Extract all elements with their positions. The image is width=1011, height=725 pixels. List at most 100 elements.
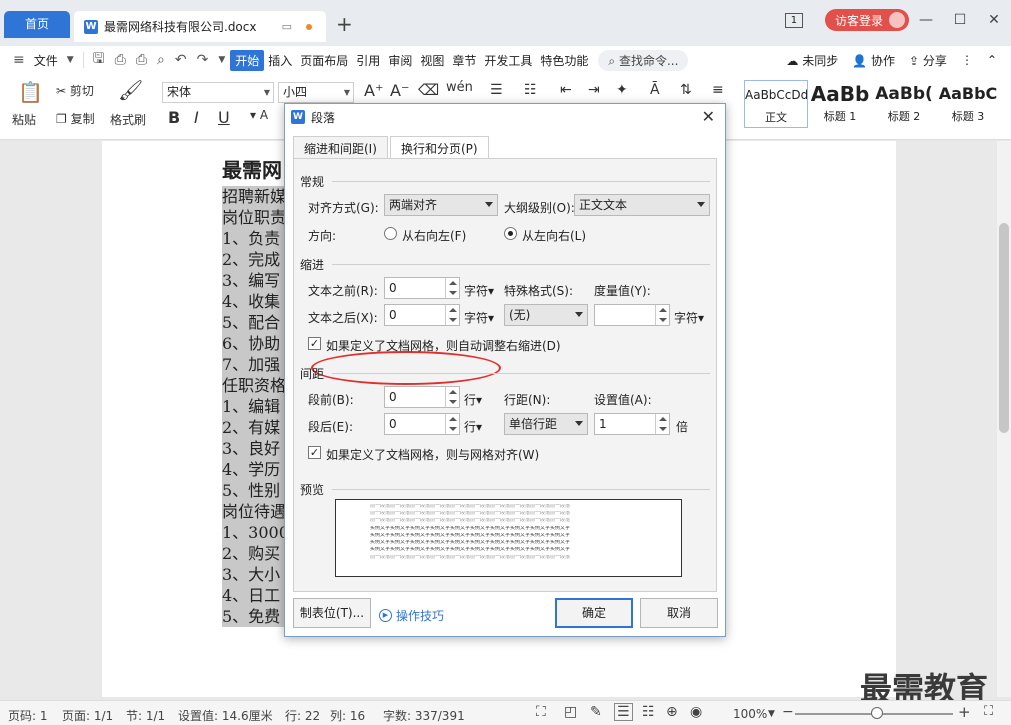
chevron-down-icon[interactable]: ▼ [62,55,79,65]
monitor-icon[interactable]: ▭ [282,20,292,33]
doc-line[interactable]: 招聘新媒 [222,186,286,207]
after-text-unit[interactable]: 字符▾ [464,309,494,326]
spinner-icon[interactable] [655,414,669,434]
font-size-select[interactable]: 小四 ▼ [278,82,354,103]
snap-grid-checkbox[interactable]: ✓ [308,446,321,459]
space-after-unit[interactable]: 行▾ [464,418,482,435]
shrink-font-icon[interactable]: A⁻ [390,81,409,100]
web-view-icon[interactable]: ⊕ [666,704,678,720]
vertical-scrollbar[interactable] [997,141,1011,697]
doc-line[interactable]: 3、编写 [222,270,286,291]
dialog-title-bar[interactable]: W 段落 [285,104,725,130]
fit-window-icon[interactable]: ⛶ [984,704,993,719]
doc-line[interactable]: 4、学历 [222,459,286,480]
close-icon[interactable]: ✕ [702,107,715,126]
status-row[interactable]: 行: 22 [285,707,320,724]
scrollbar-thumb[interactable] [999,223,1009,433]
underline-icon[interactable]: U [218,108,230,127]
spinner-icon[interactable] [655,305,669,325]
doc-line[interactable]: 5、配合 [222,312,286,333]
tab-stops-button[interactable]: 制表位(T)... [293,598,371,628]
special-format-select[interactable]: (无) [504,304,588,326]
status-section[interactable]: 节: 1/1 [126,707,165,724]
window-count-badge[interactable]: 1 [784,12,803,28]
space-before-unit[interactable]: 行▾ [464,391,482,408]
numbered-list-icon[interactable]: ☷ [524,82,537,98]
doc-line[interactable]: 1、3000 [222,522,286,543]
style-heading-2[interactable]: AaBb( 标题 2 [872,80,936,128]
chevron-down-icon[interactable]: ▼ [768,709,775,719]
tips-link[interactable]: ▶ 操作技巧 [379,607,444,624]
zoom-slider-handle[interactable] [871,707,883,719]
measure-unit[interactable]: 字符▾ [674,309,704,326]
snap-grid-label[interactable]: 如果定义了文档网格，则与网格对齐(W) [326,446,539,463]
zoom-level[interactable]: 100% [733,707,767,721]
doc-line[interactable]: 5、性别 [222,480,286,501]
increase-indent-icon[interactable]: ⇥ [588,82,600,98]
space-before-input[interactable]: 0 [384,386,460,408]
doc-line[interactable]: 5、免费 [222,606,286,627]
space-after-input[interactable]: 0 [384,413,460,435]
spinner-icon[interactable] [445,278,459,298]
tab-home[interactable]: 首页 [4,11,70,38]
guest-login-button[interactable]: 访客登录 [824,9,909,31]
menu-page-layout[interactable]: 页面布局 [296,52,352,69]
decrease-indent-icon[interactable]: ⇤ [560,82,572,98]
doc-line[interactable]: 2、有媒 [222,417,286,438]
grow-font-icon[interactable]: A⁺ [364,81,383,100]
line-spacing-icon[interactable]: ⇅ [680,82,692,98]
menu-view[interactable]: 视图 [416,52,448,69]
share-button[interactable]: ⇪ 分享 [909,52,947,69]
doc-line[interactable]: 7、加强 [222,354,286,375]
pen-icon[interactable]: ✎ [590,704,602,720]
undo-icon[interactable]: ↶ [170,52,192,68]
reading-mode-icon[interactable]: ◉ [690,704,702,720]
menu-features[interactable]: 特色功能 [536,52,592,69]
format-painter-button[interactable]: 格式刷 [110,111,146,128]
doc-line[interactable]: 岗位职责 [222,207,286,228]
auto-adjust-label[interactable]: 如果定义了文档网格，则自动调整右缩进(D) [326,337,561,354]
paste-icon[interactable]: 📋 [18,80,43,104]
menu-insert[interactable]: 插入 [264,52,296,69]
doc-line[interactable]: 岗位待遇 [222,501,286,522]
zoom-out-icon[interactable]: − [782,704,794,720]
line-spacing-select[interactable]: 单倍行距 [504,413,588,435]
style-heading-1[interactable]: AaBb 标题 1 [808,80,872,128]
print-icon[interactable]: ⎙ [131,52,152,68]
doc-line[interactable]: 3、大小 [222,564,286,585]
new-tab-button[interactable]: + [336,12,353,36]
spinner-icon[interactable] [445,414,459,434]
style-heading-3[interactable]: AaBbC 标题 3 [936,80,1000,128]
minimize-button[interactable]: — [909,12,943,28]
menu-developer[interactable]: 开发工具 [480,52,536,69]
ok-button[interactable]: 确定 [555,598,633,628]
doc-line[interactable]: 6、协助 [222,333,286,354]
spinner-icon[interactable] [445,387,459,407]
collapse-ribbon-icon[interactable]: ⌃ [987,53,997,67]
rtl-radio[interactable] [384,227,397,240]
export-pdf-icon[interactable]: ⎙ [110,52,131,68]
status-page-number[interactable]: 页码: 1 [8,707,48,724]
measure-input[interactable] [594,304,670,326]
after-text-input[interactable]: 0 [384,304,460,326]
close-window-button[interactable]: ✕ [977,12,1011,28]
bold-icon[interactable]: B [168,108,180,127]
print-preview-icon[interactable]: ⌕ [152,52,170,68]
format-painter-icon[interactable]: 🖌 [118,78,143,102]
menu-section[interactable]: 章节 [448,52,480,69]
protect-icon[interactable]: ◰ [564,704,577,720]
doc-line[interactable]: 1、编辑 [222,396,286,417]
command-search[interactable]: ⌕ 查找命令... [598,49,689,71]
ltr-radio[interactable] [504,227,517,240]
zoom-in-icon[interactable]: + [958,703,971,721]
auto-adjust-checkbox[interactable]: ✓ [308,337,321,350]
hamburger-icon[interactable]: ≡ [8,52,30,68]
outline-view-icon[interactable]: ☷ [642,704,655,720]
bullet-list-icon[interactable]: ☰ [490,82,503,98]
redo-icon[interactable]: ↷ [192,52,214,68]
maximize-button[interactable]: ☐ [943,12,977,28]
more-icon[interactable]: ⋮ [961,53,973,67]
setting-value-input[interactable]: 1 [594,413,670,435]
doc-line[interactable]: 3、良好 [222,438,286,459]
italic-icon[interactable]: I [194,108,199,127]
